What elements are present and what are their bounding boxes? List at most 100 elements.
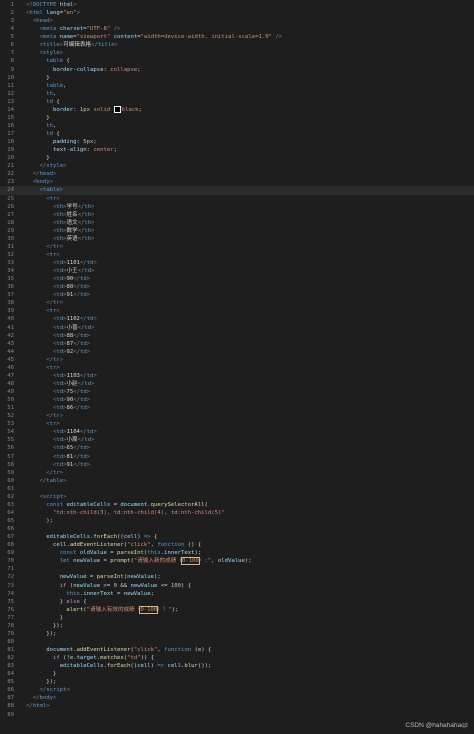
code-line[interactable]: 85 }); [0,678,474,686]
code-line[interactable]: 9 border-collapse: collapse; [0,66,474,74]
code-area[interactable]: 1 <!DOCTYPE html> 2 <html lang="en"> 3 <head… [0,1,474,719]
code-line[interactable]: 71 [0,565,474,573]
code-editor[interactable]: 1 <!DOCTYPE html> 2 <html lang="en"> 3 <head… [0,0,474,734]
code-line[interactable]: 46 <tr> [0,364,474,372]
code-line[interactable]: 23 <body> [0,178,474,186]
code-line[interactable]: 67 editableCells.forEach((cell) => { [0,533,474,541]
code-line[interactable]: 29 <th>数学</th> [0,227,474,235]
code-line[interactable]: 88 </html> [0,702,474,710]
code-line[interactable]: 15 } [0,114,474,122]
code-line[interactable]: 38 </tr> [0,299,474,307]
code-line[interactable]: 50 <td>90</td> [0,396,474,404]
code-line[interactable]: 73 if (newValue >= 0 && newValue <= 100)… [0,582,474,590]
code-line[interactable]: 13 td { [0,98,474,106]
code-line[interactable]: 11 table, [0,82,474,90]
code-line[interactable]: 84 } [0,670,474,678]
line-number: 52 [7,413,14,420]
code-line[interactable]: 68 cell.addEventListener("click", functi… [0,541,474,549]
code-line[interactable]: 47 <td>1103</td> [0,372,474,380]
code-line[interactable]: 1 <!DOCTYPE html> [0,1,474,9]
code-line[interactable]: 55 <td>小周</td> [0,436,474,444]
code-line[interactable]: 57 <td>81</td> [0,453,474,461]
code-line[interactable]: 40 <td>1102</td> [0,315,474,323]
code-line[interactable]: 69 const oldValue = parseInt(this.innerT… [0,549,474,557]
code-line[interactable]: 28 <th>语文</th> [0,219,474,227]
code-line[interactable]: 61 [0,485,474,493]
code-line[interactable]: 2 <html lang="en"> [0,9,474,17]
code-line[interactable]: 8 table { [0,57,474,65]
code-line[interactable]: 65 ); [0,517,474,525]
code-line[interactable]: 18 padding: 5px; [0,138,474,146]
code-line[interactable]: 30 <th>英语</th> [0,235,474,243]
code-line[interactable]: 27 <th>姓名</th> [0,211,474,219]
code-line[interactable]: 17 td { [0,130,474,138]
code-line[interactable]: 44 <td>92</td> [0,348,474,356]
code-line[interactable]: 49 <td>75</td> [0,388,474,396]
code-line[interactable]: 64 "td:nth-child(3), td:nth-child(4), td… [0,509,474,517]
code-line[interactable]: 34 <td>小王</td> [0,267,474,275]
code-line[interactable]: 6 <title>可编辑表格</title> [0,41,474,49]
code-line[interactable]: 16 th, [0,122,474,130]
code-line[interactable]: 25 <tr> [0,195,474,203]
code-line[interactable]: 51 <td>86</td> [0,404,474,412]
code-line[interactable]: 66 [0,525,474,533]
code-line[interactable]: 41 <td>小普</td> [0,324,474,332]
code-line[interactable]: 82 if (!e.target.matches("td")) { [0,654,474,662]
code-line[interactable]: 3 <head> [0,17,474,25]
code-line[interactable]: 89 [0,711,474,719]
code-line[interactable]: 62 <script> [0,493,474,501]
code-token: border-collapse [52,66,104,73]
code-line[interactable]: 60 </table> [0,477,474,485]
code-line[interactable]: 43 <td>87</td> [0,340,474,348]
code-line[interactable]: 42 <td>88</td> [0,332,474,340]
code-line[interactable]: 32 <tr> [0,251,474,259]
code-token: center [93,147,114,154]
code-line[interactable]: 77 } [0,614,474,622]
code-line[interactable]: 74 this.innerText = newValue; [0,590,474,598]
code-line[interactable]: 81 document.addEventListener("click", fu… [0,646,474,654]
code-line[interactable]: 86 </script> [0,686,474,694]
line-number: 72 [7,574,14,581]
code-line[interactable]: 19 text-align: center; [0,146,474,154]
code-line[interactable]: 58 <td>91</td> [0,461,474,469]
code-line[interactable]: 26 <th>学号</th> [0,203,474,211]
line-number: 41 [7,324,14,331]
code-line[interactable]: 59 </tr> [0,469,474,477]
code-line[interactable]: 45 </tr> [0,356,474,364]
code-line[interactable]: 20 } [0,154,474,162]
code-line[interactable]: 21 </style> [0,162,474,170]
code-line[interactable]: 75 } else { [0,598,474,606]
code-line[interactable]: 22 </head> [0,170,474,178]
code-token: </ [73,405,80,412]
code-line[interactable]: 37 <td>91</td> [0,291,474,299]
code-line[interactable]: 52 </tr> [0,412,474,420]
code-line[interactable]: 80 [0,638,474,646]
code-token: DOCTYPE [32,2,57,8]
code-line[interactable]: 87 </body> [0,694,474,702]
code-line[interactable]: 76 alert("请输入有效的成绩（0-100）！"); [0,605,474,614]
code-line[interactable]: 48 <td>小赵</td> [0,380,474,388]
code-line[interactable]: 63 const editableCells = document.queryS… [0,501,474,509]
code-line[interactable]: 70 let newValue = prompt("请输入新的成绩（0-100）… [0,557,474,566]
code-line[interactable]: 39 <tr> [0,307,474,315]
code-line[interactable]: 56 <td>65</td> [0,444,474,452]
line-number: 63 [7,501,14,508]
line-number: 69 [7,550,14,557]
code-line[interactable]: 12 th, [0,90,474,98]
code-line[interactable]: 4 <meta charset="UTF-8" /> [0,25,474,33]
code-line[interactable]: 14 border: 1px solid black; [0,105,474,114]
code-line[interactable]: 78 }); [0,622,474,630]
code-line[interactable]: 36 <td>80</td> [0,283,474,291]
code-line[interactable]: 5 <meta name="viewport" content="width=d… [0,33,474,41]
code-line[interactable]: 24 <table> [0,186,474,195]
code-line[interactable]: 53 <tr> [0,420,474,428]
code-line[interactable]: 79 }); [0,630,474,638]
code-line[interactable]: 54 <td>1104</td> [0,428,474,436]
code-line[interactable]: 31 </tr> [0,243,474,251]
code-line[interactable]: 35 <td>90</td> [0,275,474,283]
code-line[interactable]: 72 newValue = parseInt(newValue); [0,573,474,581]
code-line[interactable]: 83 editableCells.forEach((cell) => cell.… [0,662,474,670]
code-line[interactable]: 33 <td>1101</td> [0,259,474,267]
code-line[interactable]: 7 <style> [0,49,474,57]
code-line[interactable]: 10 } [0,74,474,82]
